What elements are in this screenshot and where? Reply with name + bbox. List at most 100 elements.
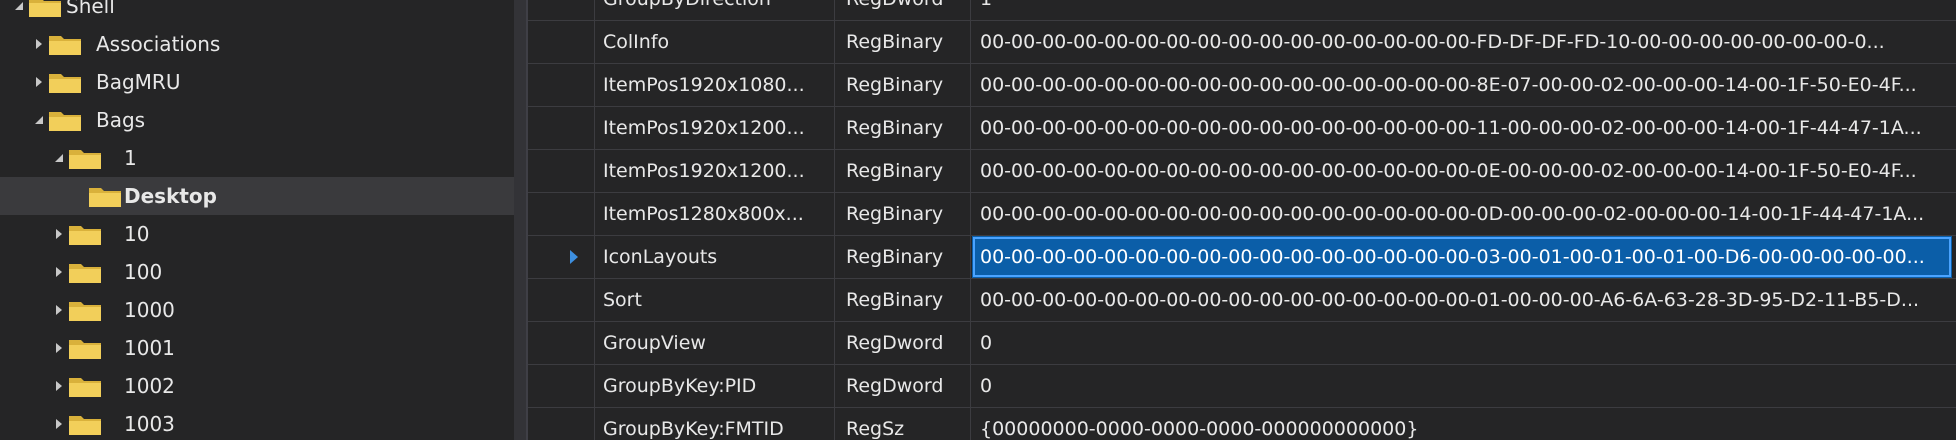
row-indicator <box>528 21 595 63</box>
value-name: Sort <box>595 279 835 321</box>
tree-node-label: Associations <box>96 32 221 56</box>
value-data[interactable]: 1 <box>972 0 1952 20</box>
expand-arrow-icon[interactable] <box>52 291 66 329</box>
value-name: ColInfo <box>595 21 835 63</box>
row-indicator <box>528 322 595 364</box>
expand-arrow-icon[interactable] <box>52 405 66 440</box>
value-row-itempos-1280x800[interactable]: ItemPos1280x800x... RegBinary 00-00-00-0… <box>528 193 1956 236</box>
tree-node-label: 1002 <box>124 374 175 398</box>
tree-node-bags[interactable]: Bags <box>0 101 514 139</box>
collapse-arrow-icon[interactable] <box>52 139 66 177</box>
tree-node-1000[interactable]: 1000 <box>0 291 514 329</box>
expand-arrow-icon[interactable] <box>32 25 46 63</box>
value-row-itempos-1920x1200-a[interactable]: ItemPos1920x1200... RegBinary 00-00-00-0… <box>528 107 1956 150</box>
value-name: ItemPos1920x1200... <box>595 107 835 149</box>
tree-node-label: 100 <box>124 260 163 284</box>
tree-node-desktop[interactable]: Desktop <box>0 177 514 215</box>
value-type: RegDword <box>836 322 971 364</box>
value-data[interactable]: 00-00-00-00-00-00-00-00-00-00-00-00-00-0… <box>972 150 1952 192</box>
folder-icon <box>69 150 101 169</box>
value-row-itempos-1920x1080[interactable]: ItemPos1920x1080... RegBinary 00-00-00-0… <box>528 64 1956 107</box>
row-indicator <box>528 279 595 321</box>
expand-arrow-icon[interactable] <box>52 329 66 367</box>
row-indicator <box>528 64 595 106</box>
tree-node-100[interactable]: 100 <box>0 253 514 291</box>
tree-node-shell[interactable]: Shell <box>0 0 514 25</box>
folder-icon <box>69 226 101 245</box>
value-name: GroupView <box>595 322 835 364</box>
value-data[interactable]: 00-00-00-00-00-00-00-00-00-00-00-00-00-0… <box>972 107 1952 149</box>
folder-icon <box>69 264 101 283</box>
folder-icon <box>49 74 81 93</box>
row-indicator <box>528 107 595 149</box>
value-row-groupbykey-pid[interactable]: GroupByKey:PID RegDword 0 <box>528 365 1956 408</box>
tree-node-10[interactable]: 10 <box>0 215 514 253</box>
value-type: RegSz <box>836 408 971 440</box>
tree-node-label: 1 <box>124 146 137 170</box>
collapse-arrow-icon[interactable] <box>32 101 46 139</box>
value-data[interactable]: 00-00-00-00-00-00-00-00-00-00-00-00-00-0… <box>972 193 1952 235</box>
value-data[interactable]: 00-00-00-00-00-00-00-00-00-00-00-00-00-0… <box>972 64 1952 106</box>
value-type: RegBinary <box>836 21 971 63</box>
registry-values-grid[interactable]: GroupByDirection RegDword 1 ColInfo RegB… <box>528 0 1956 440</box>
value-row-sort[interactable]: Sort RegBinary 00-00-00-00-00-00-00-00-0… <box>528 279 1956 322</box>
value-name: GroupByDirection <box>595 0 835 20</box>
value-type: RegBinary <box>836 64 971 106</box>
folder-icon <box>89 188 121 207</box>
folder-icon <box>69 378 101 397</box>
tree-node-1001[interactable]: 1001 <box>0 329 514 367</box>
value-data-selected[interactable]: 00-00-00-00-00-00-00-00-00-00-00-00-00-0… <box>972 236 1952 278</box>
value-data[interactable]: {00000000-0000-0000-0000-000000000000} <box>972 408 1952 440</box>
tree-node-label: 1000 <box>124 298 175 322</box>
tree-node-label: Bags <box>96 108 146 132</box>
folder-icon <box>69 340 101 359</box>
tree-node-label: Desktop <box>124 184 217 208</box>
value-data[interactable]: 00-00-00-00-00-00-00-00-00-00-00-00-00-0… <box>972 21 1952 63</box>
registry-key-tree[interactable]: Shell Associations BagMRU Bags 1 Desktop <box>0 0 514 440</box>
tree-node-1002[interactable]: 1002 <box>0 367 514 405</box>
expand-arrow-icon[interactable] <box>52 367 66 405</box>
value-name: IconLayouts <box>595 236 835 278</box>
value-type: RegBinary <box>836 107 971 149</box>
expand-arrow-icon[interactable] <box>52 253 66 291</box>
tree-node-label: 1001 <box>124 336 175 360</box>
expand-arrow-icon[interactable] <box>32 63 46 101</box>
value-name: ItemPos1280x800x... <box>595 193 835 235</box>
folder-icon <box>69 302 101 321</box>
row-indicator <box>528 408 595 440</box>
tree-node-associations[interactable]: Associations <box>0 25 514 63</box>
value-row-groupbykey-fmtid[interactable]: GroupByKey:FMTID RegSz {00000000-0000-00… <box>528 408 1956 440</box>
value-type: RegBinary <box>836 236 971 278</box>
value-type: RegBinary <box>836 279 971 321</box>
tree-node-label: 10 <box>124 222 150 246</box>
value-name: GroupByKey:PID <box>595 365 835 407</box>
value-type: RegDword <box>836 0 971 20</box>
value-row-iconlayouts[interactable]: IconLayouts RegBinary 00-00-00-00-00-00-… <box>528 236 1956 279</box>
tree-node-label: BagMRU <box>96 70 181 94</box>
folder-icon <box>49 112 81 131</box>
value-row-colinfo[interactable]: ColInfo RegBinary 00-00-00-00-00-00-00-0… <box>528 21 1956 64</box>
value-row-groupbydirection[interactable]: GroupByDirection RegDword 1 <box>528 0 1956 21</box>
tree-node-bagmru[interactable]: BagMRU <box>0 63 514 101</box>
row-indicator <box>528 150 595 192</box>
row-indicator <box>528 365 595 407</box>
value-row-groupview[interactable]: GroupView RegDword 0 <box>528 322 1956 365</box>
value-name: ItemPos1920x1080... <box>595 64 835 106</box>
pane-splitter[interactable] <box>514 0 526 440</box>
current-row-pointer-icon <box>570 250 578 264</box>
value-data[interactable]: 00-00-00-00-00-00-00-00-00-00-00-00-00-0… <box>972 279 1952 321</box>
expand-arrow-icon[interactable] <box>52 215 66 253</box>
folder-icon <box>49 36 81 55</box>
value-type: RegBinary <box>836 150 971 192</box>
value-type: RegBinary <box>836 193 971 235</box>
value-type: RegDword <box>836 365 971 407</box>
value-row-itempos-1920x1200-b[interactable]: ItemPos1920x1200... RegBinary 00-00-00-0… <box>528 150 1956 193</box>
value-data[interactable]: 0 <box>972 365 1952 407</box>
row-indicator <box>528 236 595 278</box>
tree-node-1003[interactable]: 1003 <box>0 405 514 440</box>
value-data[interactable]: 0 <box>972 322 1952 364</box>
collapse-arrow-icon[interactable] <box>12 0 26 25</box>
value-name: ItemPos1920x1200... <box>595 150 835 192</box>
tree-node-1[interactable]: 1 <box>0 139 514 177</box>
folder-icon <box>69 416 101 435</box>
